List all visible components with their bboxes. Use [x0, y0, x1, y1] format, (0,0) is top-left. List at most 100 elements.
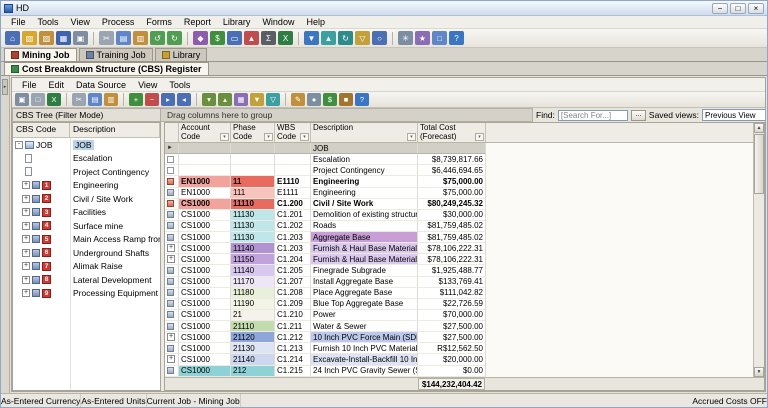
account-code-cell[interactable]: CS1000	[179, 243, 231, 254]
expand-plus-icon[interactable]: +	[22, 276, 30, 284]
tree-row[interactable]: +6Underground Shafts	[13, 246, 160, 260]
register-menu-tools[interactable]: Tools	[163, 80, 196, 90]
expand-plus-icon[interactable]: +	[22, 195, 30, 203]
tree-row[interactable]: +9Processing Equipment	[13, 287, 160, 301]
phase-code-cell[interactable]: 11170	[231, 277, 275, 288]
description-cell[interactable]: Finegrade Subgrade	[311, 265, 418, 276]
wbs-code-cell[interactable]: C1.203	[275, 232, 311, 243]
grid-row[interactable]: +CS100011150C1.204Furnish & Haul Base Ma…	[165, 254, 753, 265]
phase-code-cell[interactable]: 11150	[231, 254, 275, 265]
grid-row[interactable]: CS100011130C1.201Demolition of existing …	[165, 210, 753, 221]
tree-row[interactable]: -JOBJOB	[13, 138, 160, 152]
expand-plus-icon[interactable]: +	[167, 244, 175, 252]
phase-code-cell[interactable]: 11190	[231, 299, 275, 310]
total-cost-cell[interactable]: $80,249,245.32	[418, 199, 486, 210]
account-code-cell[interactable]: CS1000	[179, 221, 231, 232]
find-input[interactable]	[558, 110, 628, 121]
description-cell[interactable]: Civil / Site Work	[311, 199, 418, 210]
print-preview-icon[interactable]: □	[31, 93, 45, 106]
help-icon[interactable]: ?	[355, 93, 369, 106]
filter-dropdown-icon[interactable]: ▾	[220, 133, 229, 141]
description-cell[interactable]: Roads	[311, 221, 418, 232]
wbs-code-cell[interactable]: C1.209	[275, 299, 311, 310]
account-code-cell[interactable]: CS1000	[179, 210, 231, 221]
wbs-code-cell[interactable]: C1.210	[275, 310, 311, 321]
scroll-down-icon[interactable]: ▼	[754, 367, 764, 377]
grid-row[interactable]: CS100011140C1.205Finegrade Subgrade$1,92…	[165, 265, 753, 276]
filter-dropdown-icon[interactable]: ▾	[300, 133, 309, 141]
column-chooser-icon[interactable]: ▦	[234, 93, 248, 106]
description-cell[interactable]: 10 Inch PVC Force Main (SDR21)	[311, 332, 418, 343]
wbs-code-cell[interactable]: C1.214	[275, 354, 311, 365]
account-code-cell[interactable]: CS1000	[179, 343, 231, 354]
maximize-button[interactable]: □	[730, 3, 746, 14]
collapse-all-icon[interactable]: ▴	[218, 93, 232, 106]
account-code-cell[interactable]: CS1000	[179, 299, 231, 310]
account-code-cell[interactable]: CS1000	[179, 310, 231, 321]
total-cost-cell[interactable]: $1,925,488.77	[418, 265, 486, 276]
grid-row[interactable]: CS100011130C1.203Aggregate Base$81,759,4…	[165, 232, 753, 243]
lock-icon[interactable]: ■	[339, 93, 353, 106]
filter-dropdown-icon[interactable]: ▾	[475, 133, 484, 141]
phase-code-cell[interactable]	[231, 165, 275, 176]
menu-view[interactable]: View	[65, 17, 96, 27]
tree-column-header-description[interactable]: Description	[70, 123, 160, 137]
wbs-code-cell[interactable]: C1.202	[275, 221, 311, 232]
register-tab-cost-breakdown-structure-cbs-register[interactable]: Cost Breakdown Structure (CBS) Register	[4, 62, 209, 75]
delete-row-icon[interactable]: −	[145, 93, 159, 106]
tree-row[interactable]: +7Alimak Raise	[13, 260, 160, 274]
wbs-code-cell[interactable]: C1.215	[275, 366, 311, 377]
insert-row-icon[interactable]: +	[129, 93, 143, 106]
expand-plus-icon[interactable]: +	[22, 289, 30, 297]
grid-row[interactable]: CS100021110C1.211Water & Sewer$27,500.00	[165, 321, 753, 332]
close-button[interactable]: ×	[748, 3, 764, 14]
total-cost-cell[interactable]: $30,000.00	[418, 210, 486, 221]
expand-plus-icon[interactable]: +	[22, 249, 30, 257]
tree-row[interactable]: Project Contingency	[13, 165, 160, 179]
account-code-cell[interactable]: EN1000	[179, 188, 231, 199]
scroll-up-icon[interactable]: ▲	[754, 123, 764, 133]
register-menu-data-source[interactable]: Data Source	[70, 80, 132, 90]
grid-row[interactable]: CS100011180C1.208Place Aggregate Base$11…	[165, 288, 753, 299]
phase-code-cell[interactable]: 11130	[231, 210, 275, 221]
currency-icon[interactable]: $	[323, 93, 337, 106]
wbs-code-cell[interactable]: E1111	[275, 188, 311, 199]
menu-window[interactable]: Window	[256, 17, 300, 27]
home-icon[interactable]: ⌂	[5, 31, 20, 45]
excel-icon[interactable]: X	[278, 31, 293, 45]
refresh-icon[interactable]: ↻	[338, 31, 353, 45]
wbs-code-cell[interactable]: C1.203	[275, 243, 311, 254]
copy-icon[interactable]: ▤	[88, 93, 102, 106]
column-header-wbs-code[interactable]: WBS Code▾	[275, 123, 311, 142]
total-cost-cell[interactable]: $75,000.00	[418, 176, 486, 187]
account-code-cell[interactable]: CS1000	[179, 277, 231, 288]
description-cell[interactable]: Aggregate Base	[311, 232, 418, 243]
total-cost-cell[interactable]: $133,769.41	[418, 277, 486, 288]
tree-row[interactable]: +8Lateral Development	[13, 273, 160, 287]
account-code-cell[interactable]: CS1000	[179, 332, 231, 343]
print-icon[interactable]: ▣	[73, 31, 88, 45]
tree-row[interactable]: +3Facilities	[13, 206, 160, 220]
total-cost-cell[interactable]: $78,106,222.31	[418, 254, 486, 265]
wbs-code-cell[interactable]	[275, 143, 311, 154]
copy-icon[interactable]: ▤	[116, 31, 131, 45]
grid-row[interactable]: EN100011E1110Engineering$75,000.00	[165, 176, 753, 187]
phase-code-cell[interactable]	[231, 143, 275, 154]
wbs-code-cell[interactable]: C1.208	[275, 288, 311, 299]
tree-row[interactable]: Escalation	[13, 152, 160, 166]
paste-icon[interactable]: ▥	[133, 31, 148, 45]
settings-icon[interactable]: ✳	[398, 31, 413, 45]
total-cost-cell[interactable]: R$12,562.50	[418, 343, 486, 354]
phase-code-cell[interactable]: 21140	[231, 354, 275, 365]
save-icon[interactable]: ▦	[56, 31, 71, 45]
job-tab-training-job[interactable]: Training Job	[79, 48, 153, 61]
resource-rates-icon[interactable]: $	[210, 31, 225, 45]
expand-plus-icon[interactable]: +	[22, 208, 30, 216]
description-cell[interactable]: Excavate-Install-Backfill 10 Inch PVC	[311, 354, 418, 365]
find-browse-button[interactable]: ...	[631, 110, 646, 121]
menu-file[interactable]: File	[5, 17, 32, 27]
phase-code-cell[interactable]: 21130	[231, 343, 275, 354]
wbs-code-cell[interactable]	[275, 165, 311, 176]
filter-dropdown-icon[interactable]: ▾	[264, 133, 273, 141]
account-code-cell[interactable]	[179, 143, 231, 154]
